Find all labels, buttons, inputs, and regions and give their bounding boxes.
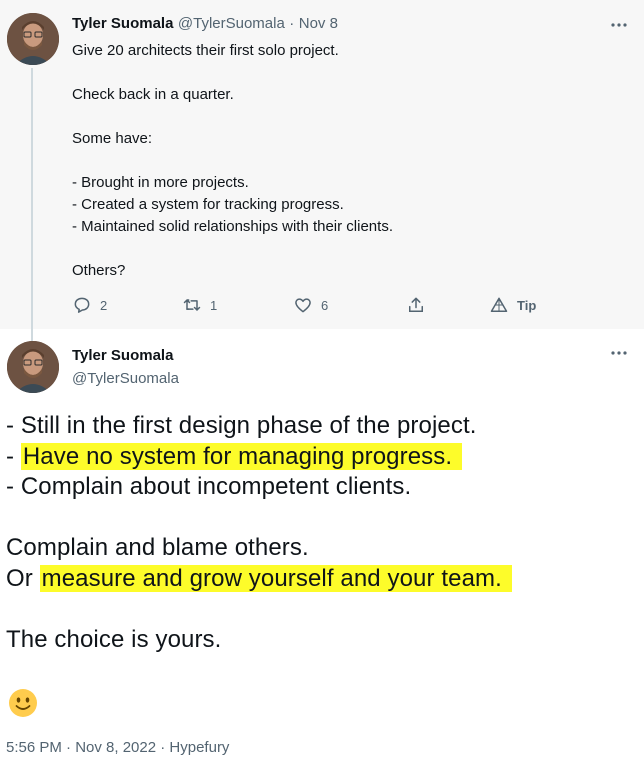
tweet-line: Some have: bbox=[72, 130, 153, 147]
tweet-line: - Complain about incompetent clients. bbox=[6, 473, 412, 500]
retweet-count: 1 bbox=[210, 297, 218, 313]
tip-label: Tip bbox=[517, 297, 537, 313]
tweet-line: Check back in a quarter. bbox=[72, 86, 234, 103]
tweet-line bbox=[72, 238, 612, 260]
avatar[interactable] bbox=[7, 13, 59, 65]
tweet-line: - Brought in more projects. bbox=[72, 174, 249, 191]
main-tweet-text: - Still in the first design phase of the… bbox=[6, 411, 636, 655]
tweet-date[interactable]: Nov 8 bbox=[299, 15, 338, 32]
author-handle[interactable]: @TylerSuomala bbox=[178, 15, 285, 32]
share-button[interactable] bbox=[406, 292, 434, 318]
author-handle[interactable]: @TylerSuomala bbox=[72, 370, 179, 387]
highlighted-text: Have no system for managing progress. bbox=[20, 442, 463, 470]
retweet-button[interactable]: 1 bbox=[182, 292, 217, 318]
tweet-line bbox=[72, 62, 612, 84]
author-name[interactable]: Tyler Suomala bbox=[72, 15, 173, 32]
tweet-line: - Maintained solid relationships with th… bbox=[72, 218, 393, 235]
tweet-line: - Have no system for managing progress. bbox=[6, 442, 636, 473]
tweet-line: - Created a system for tracking progress… bbox=[72, 196, 344, 213]
highlighted-text: measure and grow yourself and your team. bbox=[39, 564, 512, 592]
share-icon bbox=[409, 297, 423, 312]
tip-button[interactable]: Tip bbox=[489, 292, 536, 318]
tweet-line: Give 20 architects their first solo proj… bbox=[72, 42, 339, 59]
more-options-icon[interactable] bbox=[609, 346, 629, 358]
slightly-smiling-face-icon bbox=[8, 688, 38, 718]
parent-tweet-header: Tyler Suomala @TylerSuomala · Nov 8 bbox=[72, 15, 338, 33]
more-options-icon[interactable] bbox=[609, 18, 629, 30]
tip-icon bbox=[490, 297, 508, 312]
tweet-line bbox=[72, 150, 612, 172]
tweet-line bbox=[72, 106, 612, 128]
heart-icon bbox=[295, 298, 311, 313]
parent-tweet-text: Give 20 architects their first solo proj… bbox=[72, 40, 612, 282]
tweet-line: The choice is yours. bbox=[6, 625, 222, 653]
reply-icon bbox=[74, 297, 90, 313]
author-name[interactable]: Tyler Suomala bbox=[72, 347, 173, 364]
thread-line bbox=[31, 68, 33, 342]
parent-tweet: Tyler Suomala @TylerSuomala · Nov 8 Give… bbox=[0, 0, 644, 342]
avatar[interactable] bbox=[7, 341, 59, 393]
tweet-line: Complain and blame others. bbox=[6, 534, 309, 561]
line-prefix: - bbox=[6, 442, 21, 470]
tweet-line: Others? bbox=[72, 262, 126, 279]
tweet-actions: 2 1 6 Tip bbox=[72, 292, 612, 318]
like-count: 6 bbox=[321, 297, 329, 313]
tweet-line: - Still in the first design phase of the… bbox=[6, 412, 477, 439]
reply-count: 2 bbox=[100, 297, 108, 313]
date-separator: · bbox=[289, 15, 295, 32]
reply-button[interactable]: 2 bbox=[72, 292, 107, 318]
retweet-icon bbox=[183, 298, 201, 312]
tweet-line: Or measure and grow yourself and your te… bbox=[6, 564, 636, 595]
like-button[interactable]: 6 bbox=[293, 292, 328, 318]
tweet-timestamp[interactable]: 5:56 PM · Nov 8, 2022 · Hypefury bbox=[6, 739, 229, 756]
line-prefix: Or bbox=[6, 564, 40, 592]
